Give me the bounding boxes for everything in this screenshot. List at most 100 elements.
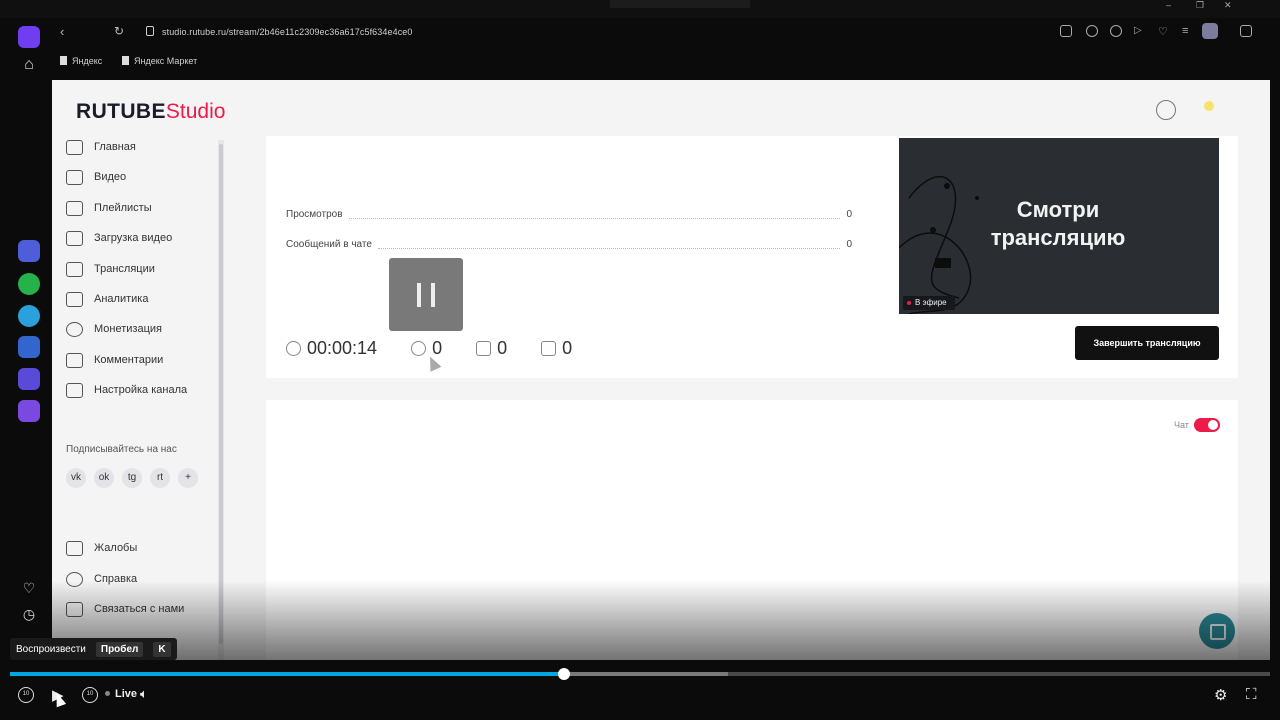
heart-icon[interactable]: ♡ — [18, 580, 40, 602]
bookmark-yandex-market[interactable]: Яндекс Маркет — [122, 56, 197, 66]
sidebar-item-channel-settings[interactable]: Настройка канала — [66, 379, 216, 401]
upload-icon — [66, 230, 83, 246]
sidebar-item-video[interactable]: Видео — [66, 166, 216, 188]
ok-social-icon[interactable]: ok — [94, 468, 114, 488]
seek-handle[interactable] — [558, 668, 571, 680]
popout-button[interactable] — [1199, 613, 1235, 649]
sidebar-item-home[interactable]: Главная — [66, 136, 216, 158]
broadcast-icon — [66, 261, 83, 277]
sidebar-item-label: Главная — [94, 141, 136, 153]
rewind-10-icon[interactable]: 10 — [18, 687, 34, 703]
stat-label: Сообщений в чате — [286, 238, 372, 250]
minimize-icon[interactable]: – — [1166, 0, 1171, 10]
add-video-icon[interactable] — [1156, 100, 1176, 120]
volume-icon[interactable]: 🔈︎ — [140, 686, 148, 702]
live-badge: В эфире — [903, 296, 955, 310]
player-app-icon[interactable] — [18, 400, 40, 422]
logo[interactable]: RUTUBEStudio — [76, 100, 225, 124]
tooltip-key-k: K — [153, 641, 171, 657]
extension-icon[interactable] — [1060, 25, 1072, 37]
chat-toggle[interactable] — [1194, 418, 1220, 432]
stream-preview[interactable]: Смотри трансляцию В эфире — [899, 138, 1219, 314]
history-icon[interactable]: ◷ — [18, 606, 40, 628]
sidebar-item-label: Жалобы — [94, 542, 138, 554]
tooltip-key-space: Пробел — [95, 641, 144, 657]
tooltip-action: Воспроизвести — [16, 643, 86, 655]
more-social-icon[interactable]: + — [178, 468, 198, 488]
stat-dots — [377, 240, 841, 249]
vk-social-icon[interactable]: vk — [66, 468, 86, 488]
sidebar-item-label: Плейлисты — [94, 202, 152, 214]
telegram-icon[interactable] — [18, 305, 40, 327]
sidebar-item-playlists[interactable]: Плейлисты — [66, 197, 216, 219]
heart-icon[interactable]: ♡ — [1158, 25, 1170, 38]
rutube-social-icon[interactable]: rt — [150, 468, 170, 488]
forward-10-icon[interactable]: 10 — [82, 687, 98, 703]
likes-value: 0 — [497, 337, 508, 358]
menu-icon[interactable]: ≡ — [1182, 25, 1194, 37]
browser-tab[interactable] — [58, 0, 178, 8]
sidebar-item-label: Загрузка видео — [94, 232, 173, 244]
close-icon[interactable]: ✕ — [1224, 0, 1232, 11]
viewers-metric: 0 — [411, 338, 442, 359]
sidebar-scrollbar[interactable] — [218, 140, 224, 660]
home-icon[interactable]: ⌂ — [18, 56, 40, 78]
avatar[interactable] — [1204, 101, 1214, 111]
seek-progress — [10, 672, 565, 676]
preview-text: Смотри трансляцию — [990, 197, 1126, 250]
reload-icon[interactable]: ↻ — [114, 24, 124, 38]
sidebar-item-contact[interactable]: Связаться с нами — [66, 598, 216, 620]
vk-icon[interactable] — [18, 336, 40, 358]
profile-icon[interactable] — [1202, 23, 1218, 39]
sidebar-item-monetization[interactable]: Монетизация — [66, 318, 216, 340]
chat-label: Чат — [1174, 420, 1189, 430]
ai-app-icon[interactable] — [18, 240, 40, 262]
viewers-icon — [411, 340, 427, 356]
logo-main: RUTUBE — [76, 100, 166, 123]
sidebar-item-label: Видео — [94, 171, 127, 183]
lock-icon — [146, 26, 154, 36]
screen: – ❐ ✕ ‹ ↻ studio.rutube.ru/stream/2b46e1… — [0, 0, 1280, 720]
fullscreen-icon[interactable]: ⛶ — [1246, 686, 1257, 703]
bookmark-yandex[interactable]: Яндекс — [60, 56, 102, 66]
sidebar-item-label: Настройка канала — [94, 384, 188, 396]
address-bar: ‹ ↻ studio.rutube.ru/stream/2b46e11c2309… — [50, 20, 1280, 46]
sidebar-item-upload[interactable]: Загрузка видео — [66, 227, 216, 249]
rutube-studio-page: RUTUBEStudio Главная Видео Плейлисты Заг… — [52, 80, 1270, 660]
sidebar-item-analytics[interactable]: Аналитика — [66, 288, 216, 310]
timer: 00:00:14 — [286, 338, 377, 359]
telegram-social-icon[interactable]: tg — [122, 468, 142, 488]
end-broadcast-button[interactable]: Завершить трансляцию — [1075, 326, 1219, 360]
sidebar-item-help[interactable]: Справка — [66, 568, 216, 590]
whatsapp-icon[interactable] — [18, 273, 40, 295]
restore-icon[interactable]: ❐ — [1196, 0, 1204, 11]
timer-value: 00:00:14 — [307, 337, 378, 358]
browser-tab[interactable] — [230, 0, 350, 8]
settings-gear-icon[interactable]: ⚙ — [1214, 686, 1227, 704]
subscribe-label: Подписывайтесь на нас — [66, 444, 177, 455]
app-icon[interactable] — [18, 368, 40, 390]
stat-label: Просмотров — [286, 208, 343, 220]
contact-icon — [66, 601, 83, 617]
browser-tab-active[interactable] — [610, 0, 750, 8]
live-indicator[interactable]: Live — [105, 688, 137, 700]
aria-icon[interactable] — [18, 26, 40, 48]
play-tooltip: Воспроизвести Пробел K — [10, 638, 177, 660]
dislikes-metric: 0 — [541, 338, 572, 359]
sidebar-item-comments[interactable]: Комментарии — [66, 349, 216, 371]
clock-icon — [286, 340, 301, 356]
back-icon[interactable]: ‹ — [60, 24, 64, 39]
camera-icon[interactable] — [1086, 25, 1098, 37]
dislikes-value: 0 — [562, 337, 573, 358]
seek-bar[interactable] — [10, 668, 1270, 680]
sidebar-item-label: Комментарии — [94, 354, 164, 366]
url-input[interactable]: studio.rutube.ru/stream/2b46e11c2309ec36… — [162, 27, 413, 37]
pause-overlay-icon[interactable] — [389, 258, 463, 331]
play-icon[interactable]: ▷ — [1134, 25, 1146, 37]
scrollbar-thumb[interactable] — [219, 144, 223, 644]
help-icon — [66, 571, 83, 587]
extensions-cube-icon[interactable] — [1240, 25, 1252, 37]
vpn-icon[interactable] — [1110, 25, 1122, 37]
sidebar-item-broadcasts[interactable]: Трансляции — [66, 258, 216, 280]
sidebar-item-complaints[interactable]: Жалобы — [66, 537, 216, 559]
